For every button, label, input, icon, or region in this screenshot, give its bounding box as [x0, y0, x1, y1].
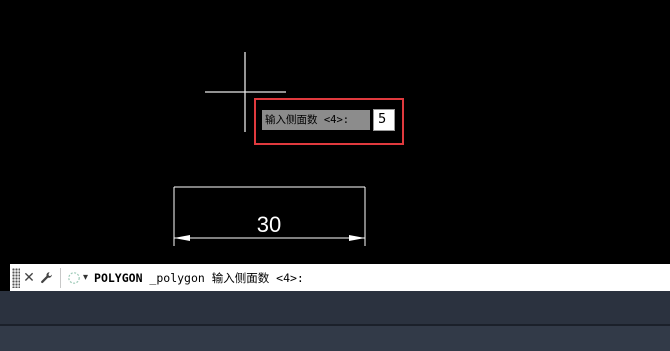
status-bar [0, 326, 670, 351]
close-icon[interactable]: ✕ [20, 267, 38, 289]
command-name: POLYGON [94, 270, 143, 285]
recent-commands-button[interactable]: ▾ [67, 271, 88, 285]
layout-tabs-bar [0, 291, 670, 325]
drawing-canvas[interactable]: 输入侧面数 <4>: 5 30 [0, 0, 670, 264]
chevron-down-icon: ▾ [83, 272, 89, 283]
toolbar-divider [60, 267, 61, 288]
linear-dimension [173, 186, 366, 246]
wrench-icon-glyph [41, 271, 52, 283]
command-prompt-icon [68, 271, 80, 284]
grip-handle[interactable] [12, 267, 20, 288]
command-prompt-text: _polygon 输入侧面数 <4>: [142, 270, 304, 285]
dimension-text: 30 [256, 212, 282, 237]
command-input[interactable]: POLYGON _polygon 输入侧面数 <4>: [94, 270, 670, 286]
command-line: ✕ ▾ POLYGON _polygon 输入侧面数 <4>: [10, 264, 670, 291]
wrench-icon[interactable] [38, 267, 56, 289]
